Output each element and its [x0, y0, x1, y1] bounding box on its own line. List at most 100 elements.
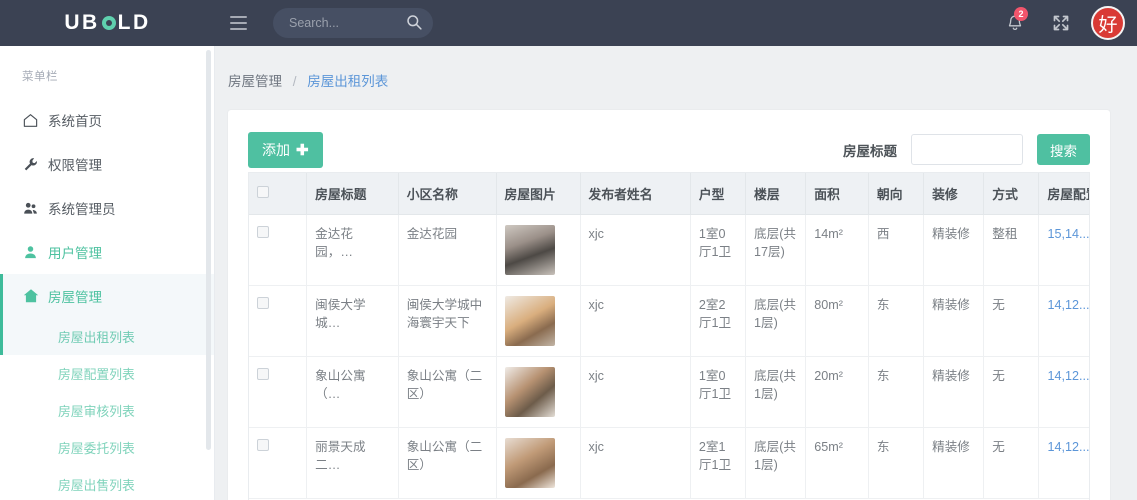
row-select-cell: [249, 356, 308, 428]
room-photo-thumbnail[interactable]: [504, 225, 555, 275]
cell-config[interactable]: 14,12...: [1038, 356, 1089, 428]
fullscreen-expand-icon: [1053, 15, 1069, 31]
sidebar: 菜单栏 系统首页 权限管理 系统管理员 用户管理 房屋管理 房屋出租列表 房屋配…: [0, 46, 215, 500]
cell-config[interactable]: 15,14...: [1038, 214, 1089, 286]
cell-way: 无: [983, 356, 1040, 428]
cell-config[interactable]: 14,12...: [1038, 427, 1089, 499]
cell-direction: 东: [868, 356, 925, 428]
cell-floor: 底层(共1层): [745, 356, 807, 428]
room-photo-thumbnail[interactable]: [504, 367, 555, 417]
column-header-community: 小区名称: [398, 173, 497, 215]
add-button-label: 添加: [262, 141, 290, 158]
row-checkbox[interactable]: [257, 368, 269, 380]
column-header-floor: 楼层: [745, 173, 807, 215]
sidebar-item-permissions[interactable]: 权限管理: [0, 142, 214, 186]
sidebar-subitem-config-list[interactable]: 房屋配置列表: [0, 355, 214, 392]
cell-publisher: xjc: [580, 285, 691, 357]
select-all-header: [249, 173, 308, 215]
search-icon[interactable]: [406, 14, 423, 31]
card-toolbar: 添加 ✚ 房屋标题 搜索: [228, 110, 1110, 172]
sidebar-item-label: 房屋管理: [48, 290, 102, 305]
cell-community: 象山公寓（二区）: [398, 427, 497, 499]
cell-direction: 西: [868, 214, 925, 286]
cell-direction: 东: [868, 285, 925, 357]
cell-housetype: 1室0厅1卫: [690, 356, 747, 428]
column-header-area: 面积: [805, 173, 869, 215]
row-checkbox[interactable]: [257, 226, 269, 238]
table-row[interactable]: 金达花园，… 金达花园 xjc 1室0厅1卫 底层(共17层) 14m² 西 精…: [249, 214, 1089, 286]
house-icon: [22, 287, 48, 305]
table-row[interactable]: 象山公寓（… 象山公寓（二区） xjc 1室0厅1卫 底层(共1层) 20m² …: [249, 356, 1089, 428]
cell-community: 金达花园: [398, 214, 497, 286]
table-row[interactable]: 闽侯大学城… 闽侯大学城中海寰宇天下 xjc 2室2厅1卫 底层(共1层) 80…: [249, 285, 1089, 357]
sidebar-item-label: 系统管理员: [48, 202, 116, 217]
cell-decoration: 精装修: [923, 214, 985, 286]
cell-community: 象山公寓（二区）: [398, 356, 497, 428]
row-select-cell: [249, 285, 308, 357]
cell-floor: 底层(共1层): [745, 427, 807, 499]
avatar[interactable]: 好: [1091, 6, 1125, 40]
breadcrumb-current[interactable]: 房屋出租列表: [307, 74, 388, 89]
cell-floor: 底层(共17层): [745, 214, 807, 286]
room-photo-thumbnail[interactable]: [504, 296, 555, 346]
sidebar-item-admins[interactable]: 系统管理员: [0, 186, 214, 230]
sidebar-item-home[interactable]: 系统首页: [0, 98, 214, 142]
row-checkbox[interactable]: [257, 297, 269, 309]
hamburger-icon[interactable]: [221, 0, 255, 46]
wrench-icon: [22, 156, 48, 173]
cell-config[interactable]: 14,12...: [1038, 285, 1089, 357]
user-icon: [22, 244, 48, 261]
cell-housetype: 2室2厅1卫: [690, 285, 747, 357]
column-header-decoration: 装修: [923, 173, 985, 215]
cell-area: 65m²: [805, 427, 869, 499]
fullscreen-button[interactable]: [1041, 0, 1081, 46]
cell-decoration: 精装修: [923, 427, 985, 499]
column-header-title: 房屋标题: [306, 173, 399, 215]
table-scroll-container[interactable]: 房屋标题 小区名称 房屋图片 发布者姓名 户型 楼层 面积 朝向 装修 方式 房…: [248, 172, 1090, 500]
cell-title: 丽景天成二…: [306, 427, 399, 499]
logo[interactable]: UB LD: [0, 0, 215, 46]
cell-image: [496, 427, 581, 499]
cell-way: 无: [983, 285, 1040, 357]
breadcrumb: 房屋管理 / 房屋出租列表: [215, 46, 1137, 90]
table-header-row: 房屋标题 小区名称 房屋图片 发布者姓名 户型 楼层 面积 朝向 装修 方式 房…: [249, 173, 1089, 215]
sidebar-item-users[interactable]: 用户管理: [0, 230, 214, 274]
topbar-right-actions: 2 好: [995, 0, 1137, 46]
column-header-way: 方式: [983, 173, 1040, 215]
sidebar-subitem-audit-list[interactable]: 房屋审核列表: [0, 392, 214, 429]
column-header-publisher: 发布者姓名: [580, 173, 691, 215]
notifications-button[interactable]: 2: [995, 0, 1035, 46]
sidebar-subitem-entrust-list[interactable]: 房屋委托列表: [0, 429, 214, 466]
sidebar-subitem-rental-list[interactable]: 房屋出租列表: [0, 318, 214, 355]
plus-icon: ✚: [296, 141, 309, 159]
breadcrumb-separator: /: [292, 74, 297, 89]
cell-way: 整租: [983, 214, 1040, 286]
cell-title: 金达花园，…: [306, 214, 399, 286]
select-all-checkbox[interactable]: [257, 186, 269, 198]
cell-area: 20m²: [805, 356, 869, 428]
row-select-cell: [249, 214, 308, 286]
sidebar-item-house-management[interactable]: 房屋管理: [0, 274, 214, 318]
search-box: [273, 8, 433, 38]
sidebar-subitem-sale-list[interactable]: 房屋出售列表: [0, 466, 214, 500]
house-title-input[interactable]: [911, 134, 1023, 165]
logo-text-right: LD: [117, 11, 151, 34]
row-checkbox[interactable]: [257, 439, 269, 451]
cell-community: 闽侯大学城中海寰宇天下: [398, 285, 497, 357]
cell-floor: 底层(共1层): [745, 285, 807, 357]
app-root: UB LD 2: [0, 0, 1137, 500]
users-icon: [22, 200, 48, 217]
sidebar-title: 菜单栏: [22, 71, 58, 83]
cell-decoration: 精装修: [923, 285, 985, 357]
column-header-direction: 朝向: [868, 173, 925, 215]
main-content: 房屋管理 / 房屋出租列表 添加 ✚ 房屋标题 搜索 房屋标题 小区名称 房屋图…: [215, 46, 1137, 500]
sidebar-scrollbar[interactable]: [206, 50, 211, 450]
add-button[interactable]: 添加 ✚: [248, 131, 323, 168]
logo-o-icon: [101, 16, 116, 30]
room-photo-thumbnail[interactable]: [504, 438, 555, 488]
search-button[interactable]: 搜索: [1037, 134, 1090, 165]
column-header-housetype: 户型: [690, 173, 747, 215]
table-row[interactable]: 丽景天成二… 象山公寓（二区） xjc 2室1厅1卫 底层(共1层) 65m² …: [249, 427, 1089, 499]
cell-way: 无: [983, 427, 1040, 499]
breadcrumb-parent[interactable]: 房屋管理: [228, 74, 282, 89]
